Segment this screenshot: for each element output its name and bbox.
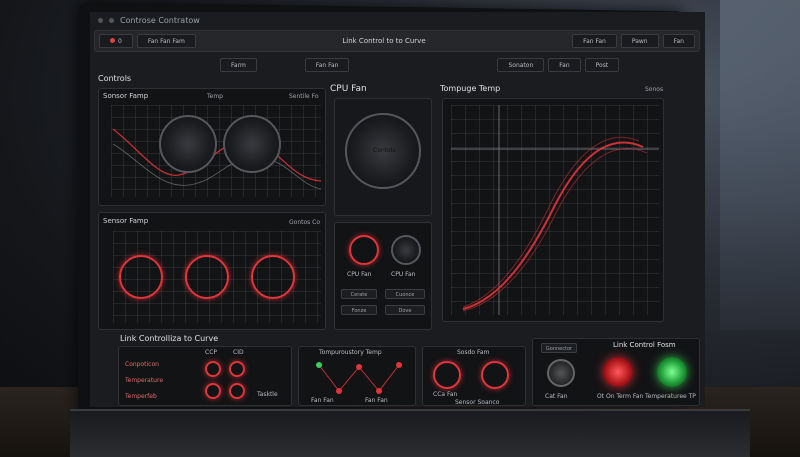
window-dot-icon[interactable]: [98, 17, 103, 23]
fan-icon[interactable]: [119, 255, 163, 299]
link-control-form-panel: Gonnector Link Control Fosm Cat Fan Ot O…: [532, 338, 700, 406]
background-window: [720, 0, 800, 330]
row2-button-c[interactable]: Sonaton: [497, 58, 545, 72]
temperature-right-label: Temperaturee TP: [645, 393, 696, 400]
gauge-icon[interactable]: [433, 361, 461, 389]
cca-fan-label: CCa Fan: [433, 391, 458, 398]
gonnector-button[interactable]: Gonnector: [541, 343, 577, 353]
temperfeb-label: Temperfeb: [125, 393, 157, 400]
temperature-links-panel: Tompuroustory Temp Fan Fan Fan Fan: [298, 346, 416, 406]
tasktle-label: Tasktle: [257, 391, 278, 398]
title-bar: Controse Contratow: [90, 12, 705, 28]
toolbar-title: Link Control to to Curve: [342, 37, 426, 45]
gauge-icon[interactable]: [481, 361, 509, 389]
row2-button-b[interactable]: Fan Fan: [304, 58, 350, 72]
curve-corner-label: Sonos: [645, 86, 664, 93]
cpu-fan-label: Contols: [373, 147, 396, 154]
dove-button[interactable]: Dove: [385, 305, 425, 315]
cpu-fan-panel: Contols: [334, 98, 432, 216]
app-screen: Controse Contratow 0 Fan Fan Fam Link Co…: [90, 12, 705, 407]
window-dot-icon[interactable]: [109, 17, 114, 23]
fan-curve-chart: [451, 105, 659, 315]
fan-fan-label-2: Fan Fan: [365, 397, 388, 404]
controls-heading: Controls: [98, 74, 132, 83]
led-indicator-icon[interactable]: [603, 357, 633, 387]
app-title: Controse Contratow: [120, 15, 200, 25]
link-controls-heading: Link Controlliza to Curve: [120, 334, 219, 343]
toolbar-button-left[interactable]: 0: [99, 34, 133, 48]
fan-fan-label: Fan Fan: [311, 397, 334, 404]
row2-button-a[interactable]: Farm: [220, 58, 257, 72]
fonze-button[interactable]: Fonze: [341, 305, 377, 315]
fan-icon[interactable]: [229, 383, 245, 399]
sensor-gauges-panel: Sosdo Fam CCa Fan Sensor Soanco: [422, 346, 526, 406]
sensor-temp2-right: Gontos Co: [289, 219, 321, 226]
cpu-fan-heading: CPU Fan: [330, 84, 367, 94]
sensor-temp-panel: Sonsor Famp Temp Sentile Fo: [98, 88, 326, 206]
fan-icon[interactable]: [251, 255, 295, 299]
temperature-label: Temperature: [125, 377, 164, 384]
toolbar-fan-button[interactable]: Fan Fan Fam: [136, 34, 196, 48]
sensor-temp-panel-2: Sensor Famp Gontos Co: [98, 212, 326, 330]
link-control-form-title: Link Control Fosm: [613, 341, 676, 349]
ot-on-term-label: Ot On Term Fan: [597, 393, 644, 400]
led-indicator-icon[interactable]: [547, 359, 575, 387]
ccp-label: CCP: [205, 349, 217, 356]
fan-icon[interactable]: [159, 115, 217, 173]
cid-label: CID: [233, 349, 244, 356]
cuonce-button[interactable]: Cuonce: [385, 289, 425, 299]
curve-heading: Tompuge Temp: [440, 84, 501, 93]
conpoticon-label: Conpoticon: [125, 361, 159, 368]
row2-button-e[interactable]: Post: [584, 58, 620, 72]
cat-fan-label: Cat Fan: [545, 393, 568, 400]
fan-icon[interactable]: [205, 383, 221, 399]
fan-icon[interactable]: [185, 255, 229, 299]
fan-icon[interactable]: [205, 361, 221, 377]
sensor-source-label: Sensor Soanco: [455, 399, 500, 406]
cpu-fan-controls-panel: CPU Fan CPU Fan Cerate Cuonce Fonze Dove: [334, 222, 432, 330]
toolbar-tab-a[interactable]: Fan Fan: [572, 34, 617, 48]
fan-icon[interactable]: [349, 235, 379, 265]
toolbar-button-left-label: 0: [118, 38, 122, 45]
sensor-fan-label: Sosdo Fam: [457, 349, 490, 356]
toolbar-right-button[interactable]: Fan: [662, 34, 695, 48]
row2-button-d[interactable]: Fan: [548, 58, 581, 72]
fan-curve-panel: [442, 98, 664, 322]
toolbar-fan-button-label: Fan Fan Fam: [147, 38, 185, 45]
cerate-button[interactable]: Cerate: [341, 289, 377, 299]
secondary-toolbar: Farm Fan Fan Sonaton Fan Post: [94, 56, 700, 74]
led-indicator-icon[interactable]: [657, 357, 687, 387]
right-fan-label: CPU Fan: [391, 271, 416, 278]
fan-icon[interactable]: [229, 361, 245, 377]
fan-icon[interactable]: [223, 115, 281, 173]
sensor-temp2-label: Sensor Famp: [103, 217, 149, 225]
toolbar-tab-b[interactable]: Pawn: [620, 34, 659, 48]
laptop-keyboard: [70, 409, 750, 457]
link-controls-panel: CCP CID Conpoticon Temperature Temperfeb…: [118, 346, 292, 406]
fan-icon[interactable]: [391, 235, 421, 265]
left-fan-label: CPU Fan: [347, 271, 372, 278]
toolbar: 0 Fan Fan Fam Link Control to to Curve F…: [94, 30, 700, 52]
record-dot-icon: [110, 38, 115, 43]
